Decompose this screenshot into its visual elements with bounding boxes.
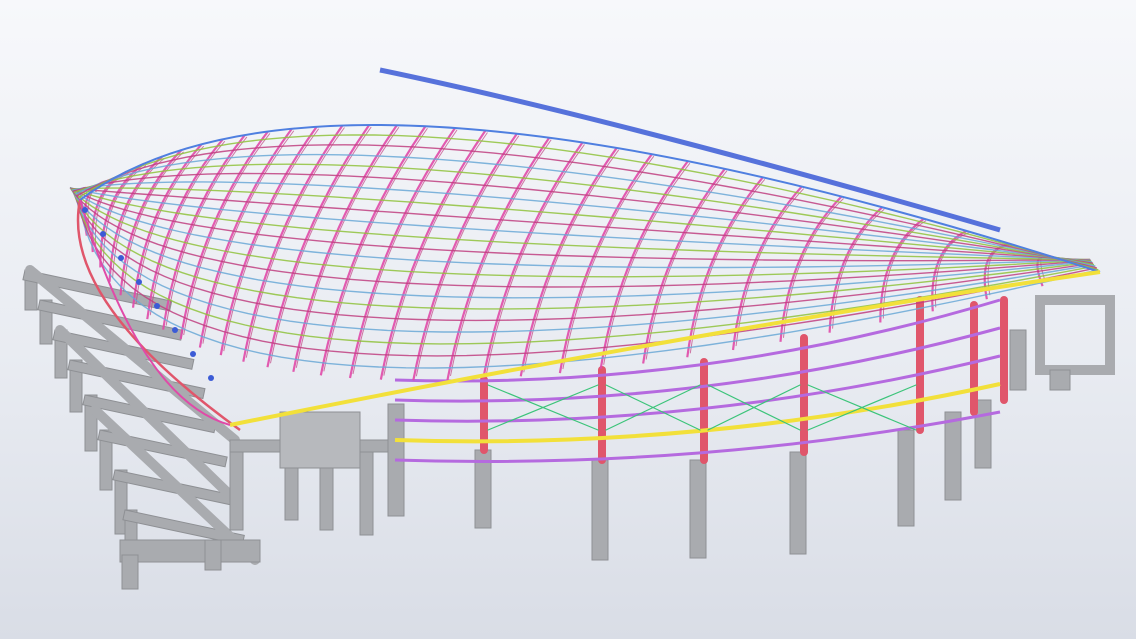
concrete-column [789, 451, 807, 555]
roof-purlin [70, 187, 1091, 262]
stair-block [279, 411, 361, 469]
stand-post [204, 539, 222, 571]
frame-column [229, 439, 244, 531]
stand-base [119, 539, 261, 563]
roof-purlin [74, 193, 1096, 345]
bearing-node [82, 207, 88, 213]
side-frame [1035, 295, 1115, 375]
bearing-node [136, 279, 142, 285]
bearing-node [100, 231, 106, 237]
side-post [1049, 369, 1071, 391]
bearing-node [208, 375, 214, 381]
concrete-column [1009, 329, 1027, 391]
bearing-node [118, 255, 124, 261]
roof-arch-chord [645, 170, 728, 360]
roof-arch-chord [415, 135, 520, 377]
roof-purlin [70, 187, 1091, 261]
frame-column [359, 444, 374, 536]
concrete-column [689, 459, 707, 559]
roof-arch-chord [603, 162, 691, 365]
concrete-column [897, 429, 915, 527]
concrete-column [591, 459, 609, 561]
roof-purlin [69, 186, 1091, 261]
bearing-node [154, 303, 160, 309]
bearing-node [190, 351, 196, 357]
steel-structure-model [22, 67, 1115, 590]
concrete-column [944, 411, 962, 501]
stand-post [121, 554, 139, 590]
model-viewport[interactable] [0, 0, 1136, 639]
bearing-node [172, 327, 178, 333]
